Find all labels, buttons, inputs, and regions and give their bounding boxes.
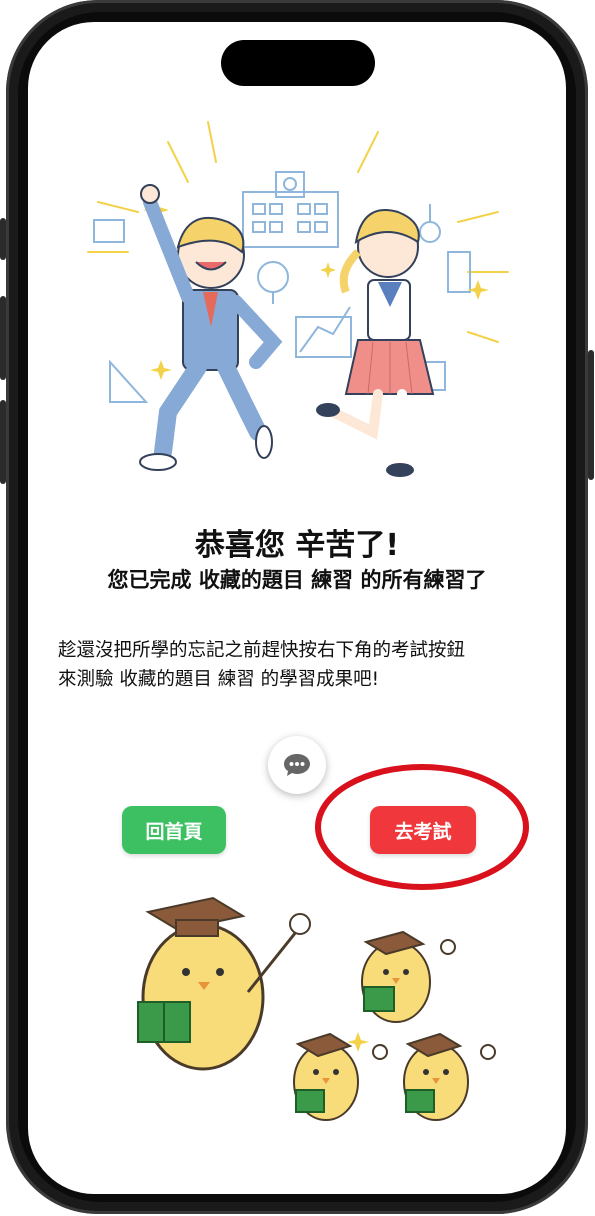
volume-up-button xyxy=(0,296,6,380)
instruction-line-1: 趁還沒把所學的忘記之前趕快按右下角的考試按鈕 xyxy=(58,640,466,661)
chat-bubble-icon xyxy=(284,754,310,776)
instruction-line-2: 來測驗 收藏的題目 練習 的學習成果吧! xyxy=(58,669,380,690)
dynamic-island xyxy=(221,40,375,86)
volume-down-button xyxy=(0,400,6,484)
congrats-title: 恭喜您 辛苦了! xyxy=(194,528,400,563)
app-screen: 恭喜您 辛苦了! 您已完成 收藏的題目 練習 的所有練習了 趁還沒把所學的忘記之… xyxy=(28,22,566,1194)
mute-switch xyxy=(0,218,6,260)
celebrating-students-illustration xyxy=(87,121,509,477)
instruction-text: 趁還沒把所學的忘記之前趕快按右下角的考試按鈕 來測驗 收藏的題目 練習 的學習成… xyxy=(58,636,544,694)
graduate-chicks-illustration xyxy=(137,896,496,1121)
completion-subtitle: 您已完成 收藏的題目 練習 的所有練習了 xyxy=(107,568,487,592)
home-button[interactable]: 回首頁 xyxy=(122,806,226,854)
power-button xyxy=(588,350,594,480)
